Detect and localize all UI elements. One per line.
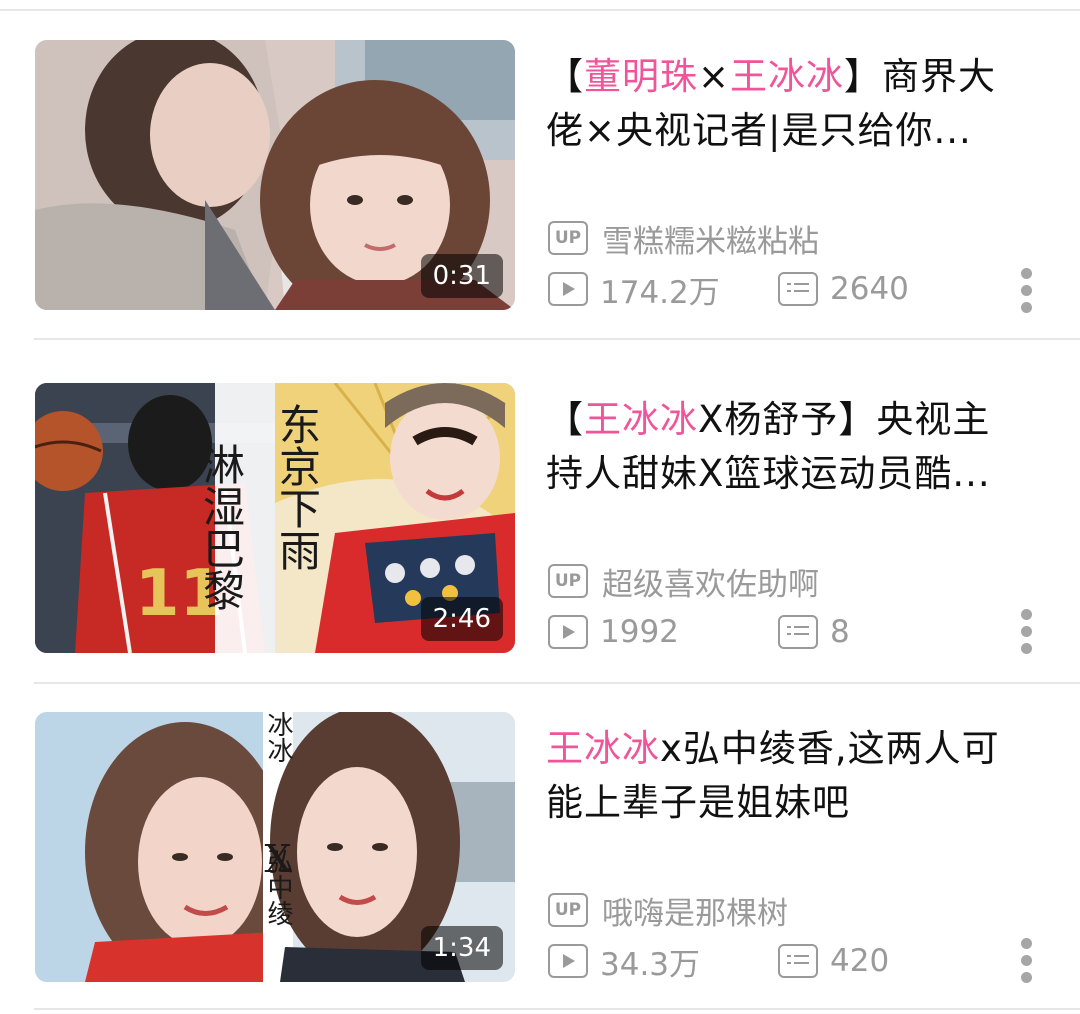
more-vertical-icon[interactable]: [1020, 268, 1032, 313]
danmaku-icon: [778, 615, 818, 649]
video-card-1[interactable]: 0:31 【董明珠×王冰冰】商界大 佬×央视记者|是只给你... UP 雪糕糯米…: [0, 40, 1080, 313]
danmaku-count-value: 8: [830, 614, 850, 650]
title-highlight: 王冰冰: [730, 55, 845, 98]
uploader-row[interactable]: UP 雪糕糯米糍粘粘: [548, 218, 819, 260]
view-count: 1992: [548, 614, 778, 650]
title-line-2: 持人甜妹X篮球运动员酷...: [546, 452, 991, 495]
title-segment: 】商界大: [844, 55, 997, 98]
uploader-row[interactable]: UP 哦嗨是那棵树: [548, 890, 788, 932]
more-vertical-icon[interactable]: [1020, 938, 1032, 983]
view-count: 34.3万: [548, 939, 778, 984]
title-highlight: 董明珠: [584, 55, 698, 98]
thumbnail-overlay-text-right: 东京下雨: [273, 403, 322, 571]
view-count-value: 34.3万: [600, 946, 701, 983]
row-divider: [34, 338, 1080, 340]
more-vertical-icon[interactable]: [1020, 609, 1032, 654]
up-badge-icon: UP: [548, 564, 588, 598]
video-thumbnail[interactable]: 11 淋湿巴黎 东京下雨 2:46: [35, 383, 515, 653]
view-count-value: 174.2万: [600, 274, 720, 311]
uploader-row[interactable]: UP 超级喜欢佐助啊: [548, 561, 819, 603]
title-line-1: 【王冰冰X杨舒予】央视主: [546, 393, 1046, 447]
title-segment: ×: [698, 55, 731, 98]
title-line-2: 佬×央视记者|是只给你...: [546, 109, 972, 152]
stats-row: 1992 8: [548, 611, 1048, 653]
top-divider: [0, 9, 1080, 11]
video-duration: 1:34: [420, 926, 503, 970]
title-line-2: 能上辈子是姐妹吧: [546, 781, 850, 824]
title-segment: 【: [546, 55, 584, 98]
video-title[interactable]: 【王冰冰X杨舒予】央视主 持人甜妹X篮球运动员酷...: [546, 393, 1046, 501]
video-card-3[interactable]: 王冰冰 X 弘中绫 1:34 王冰冰x弘中绫香,这两人可 能上辈子是姐妹吧 UP…: [0, 712, 1080, 984]
thumbnail-overlay-text-left: 淋湿巴黎: [197, 443, 246, 611]
banner-text-top: 王冰冰: [263, 712, 293, 763]
video-duration: 2:46: [420, 597, 503, 641]
danmaku-icon: [778, 272, 818, 306]
stats-row: 34.3万 420: [548, 939, 1048, 984]
video-thumbnail[interactable]: 王冰冰 X 弘中绫 1:34: [35, 712, 515, 982]
stats-row: 174.2万 2640: [548, 267, 1048, 312]
view-count-value: 1992: [600, 614, 679, 650]
title-line-1: 【董明珠×王冰冰】商界大: [546, 50, 1046, 104]
danmaku-count: 2640: [778, 271, 909, 307]
danmaku-count: 8: [778, 614, 850, 650]
video-duration: 0:31: [420, 254, 503, 298]
row-divider: [34, 682, 1080, 684]
banner-text-bottom: 弘中绫: [263, 848, 293, 926]
danmaku-count-value: 420: [830, 943, 890, 979]
video-title[interactable]: 【董明珠×王冰冰】商界大 佬×央视记者|是只给你...: [546, 50, 1046, 158]
uploader-name: 哦嗨是那棵树: [602, 895, 788, 932]
up-badge-icon: UP: [548, 893, 588, 927]
view-count: 174.2万: [548, 267, 778, 312]
title-segment: X杨舒予】央视主: [698, 398, 991, 441]
danmaku-count-value: 2640: [830, 271, 909, 307]
play-count-icon: [548, 944, 588, 978]
title-segment: x弘中绫香,这两人可: [660, 727, 1000, 770]
uploader-name: 超级喜欢佐助啊: [602, 566, 819, 603]
video-card-2[interactable]: 11 淋湿巴黎 东京下雨 2:46 【王冰冰X杨舒予】央视主 持人甜妹X篮球运动…: [0, 383, 1080, 655]
video-title[interactable]: 王冰冰x弘中绫香,这两人可 能上辈子是姐妹吧: [546, 722, 1046, 830]
danmaku-icon: [778, 944, 818, 978]
play-count-icon: [548, 272, 588, 306]
title-segment: 【: [546, 398, 584, 441]
title-highlight: 王冰冰: [546, 727, 660, 770]
row-divider: [34, 1008, 1080, 1010]
video-thumbnail[interactable]: 0:31: [35, 40, 515, 310]
title-highlight: 王冰冰: [584, 398, 698, 441]
uploader-name: 雪糕糯米糍粘粘: [602, 223, 819, 260]
title-line-1: 王冰冰x弘中绫香,这两人可: [546, 722, 1046, 776]
danmaku-count: 420: [778, 943, 889, 979]
up-badge-icon: UP: [548, 221, 588, 255]
play-count-icon: [548, 615, 588, 649]
